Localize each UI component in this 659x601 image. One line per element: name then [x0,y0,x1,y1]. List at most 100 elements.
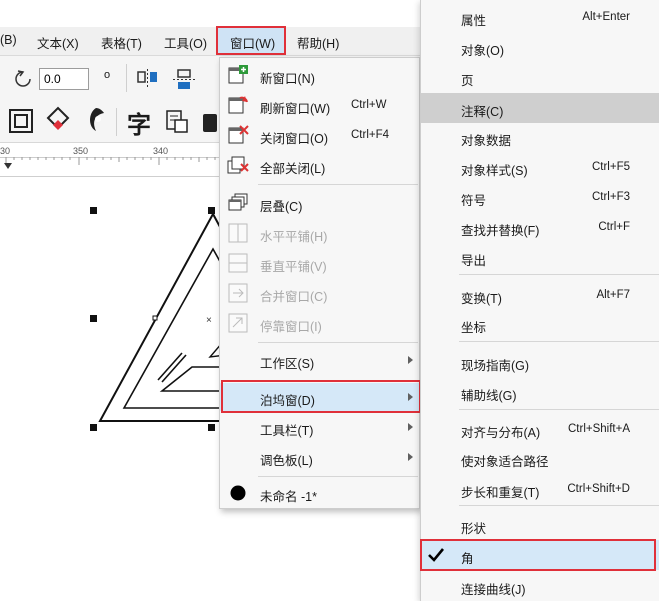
ruler-tick-label: 30 [0,146,11,156]
menu-tools[interactable]: 工具(O) [164,33,207,52]
menu-window[interactable]: 窗口(W) [216,26,286,55]
menu-item-close-window[interactable]: 关闭窗口(O) Ctrl+F4 [220,121,419,149]
menu-window-label: 窗口(W) [230,37,276,51]
mirror-horizontal-icon[interactable] [136,68,160,90]
dimension-tool-icon[interactable] [200,108,220,134]
menu-item-shortcut: Ctrl+F3 [591,191,630,203]
menu-item-objects[interactable]: 对象(O) [421,32,659,62]
merge-window-icon [228,283,248,303]
menu-text[interactable]: 文本(X) [37,33,79,52]
rotation-input[interactable] [39,68,89,90]
menu-item-transform[interactable]: 变换(T) Alt+F7 [421,280,659,310]
ruler-tick-label: 350 [73,146,89,156]
refresh-window-icon [228,96,248,114]
menu-item-live-guides[interactable]: 现场指南(G) [421,347,659,377]
menu-item-label: 全部关闭(L) [260,162,326,176]
window-menu: 新窗口(N) 刷新窗口(W) Ctrl+W 关闭窗口(O) Ctrl+F4 全部… [219,57,420,509]
menu-item-coordinates[interactable]: 坐标 [421,309,659,339]
menu-item-label: 变换(T) [461,292,502,306]
menu-item-label: 合并窗口(C) [260,290,328,304]
tile-horizontal-icon [228,223,248,243]
active-document-bullet-icon [230,485,246,501]
frame-icon[interactable] [8,108,34,134]
menu-item-properties[interactable]: 属性 Alt+Enter [421,2,659,32]
menu-item-label: 层叠(C) [260,200,303,214]
menu-separator [459,409,659,410]
divider [126,64,127,92]
menu-item-label: 现场指南(G) [461,359,530,373]
menu-item-step-and-repeat[interactable]: 步长和重复(T) Ctrl+Shift+D [421,474,659,504]
menu-item-guidelines[interactable]: 辅助线(G) [421,377,659,407]
menu-item-shortcut: Ctrl+F4 [351,129,390,141]
rotate-icon [15,70,31,87]
menu-item-label: 坐标 [461,321,487,335]
menu-item-shortcut: Alt+Enter [582,11,630,23]
menu-item-label: 工作区(S) [260,357,315,371]
menu-item-shortcut: Alt+F7 [596,289,630,301]
menu-item-close-all[interactable]: 全部关闭(L) [220,151,419,179]
cascade-icon [228,193,248,211]
dockers-submenu: 属性 Alt+Enter 对象(O) 页 注释(C) 对象数据 对象样式(S) … [420,0,659,601]
menu-item-object-styles[interactable]: 对象样式(S) Ctrl+F5 [421,152,659,182]
menu-separator [459,505,659,506]
menu-item-toolbars[interactable]: 工具栏(T) [220,413,419,441]
fill-bucket-icon[interactable] [44,106,74,134]
menu-item-label: 符号 [461,194,487,208]
menu-separator [459,341,659,342]
menu-item-label: 关闭窗口(O) [260,132,329,146]
menu-item-document-untitled[interactable]: 未命名 -1* [220,479,419,507]
menu-separator [258,342,418,343]
menu-item-fit-objects-to-path[interactable]: 使对象适合路径 [421,443,659,473]
menu-item-shortcut: Ctrl+F [598,221,630,233]
menu-item-label: 导出 [461,254,487,268]
menu-item-object-data[interactable]: 对象数据 [421,122,659,152]
menu-item-symbols[interactable]: 符号 Ctrl+F3 [421,182,659,212]
menu-separator [258,476,418,477]
menu-item-tile-horizontal: 水平平铺(H) [220,219,419,247]
menu-item-pages[interactable]: 页 [421,62,659,92]
menu-item-label: 调色板(L) [260,454,313,468]
menu-item-new-window[interactable]: 新窗口(N) [220,61,419,89]
menu-item-shortcut: Ctrl+W [351,99,387,111]
menu-item-export[interactable]: 导出 [421,242,659,272]
menu-item-label: 形状 [461,522,487,536]
close-window-icon [228,125,249,144]
menu-item-merge-window: 合并窗口(C) [220,279,419,307]
menu-item-tile-vertical: 垂直平铺(V) [220,249,419,277]
menu-item-shaping[interactable]: 形状 [421,510,659,540]
menu-item-label: 对象(O) [461,44,505,58]
menu-item-label: 使对象适合路径 [461,455,549,469]
menu-partial[interactable]: (B) [0,33,17,47]
mirror-vertical-icon[interactable] [172,68,196,92]
menu-item-label: 对齐与分布(A) [461,426,541,440]
ruler-marker-icon [4,163,12,169]
close-all-icon [227,156,249,174]
menu-bar: (B) 文本(X) 表格(T) 工具(O) 帮助(H) [0,27,430,56]
menu-item-refresh-window[interactable]: 刷新窗口(W) Ctrl+W [220,91,419,119]
menu-item-label: 对象样式(S) [461,164,528,178]
menu-help[interactable]: 帮助(H) [297,33,339,52]
menu-item-label: 页 [461,74,474,88]
menu-item-label: 辅助线(G) [461,389,517,403]
dock-window-icon [228,313,248,333]
menu-item-align-distribute[interactable]: 对齐与分布(A) Ctrl+Shift+A [421,414,659,444]
submenu-arrow-icon [408,423,413,431]
menu-item-workspace[interactable]: 工作区(S) [220,346,419,374]
new-window-icon [228,65,248,84]
menu-item-label: 连接曲线(J) [461,583,526,597]
menu-item-color-palettes[interactable]: 调色板(L) [220,443,419,471]
menu-item-label: 刷新窗口(W) [260,102,331,116]
menu-item-connect-curves[interactable]: 连接曲线(J) [421,571,659,601]
menu-item-find-replace[interactable]: 查找并替换(F) Ctrl+F [421,212,659,242]
node-handle[interactable] [152,315,158,321]
transparency-icon[interactable] [82,105,110,135]
menu-item-cascade[interactable]: 层叠(C) [220,189,419,217]
menu-separator [258,184,418,185]
menu-table[interactable]: 表格(T) [101,33,142,52]
menu-item-label: 垂直平铺(V) [260,260,327,274]
menu-separator [459,274,659,275]
menu-item-label: 对象数据 [461,134,512,148]
menu-item-comments[interactable]: 注释(C) [421,93,659,123]
table-tool-icon[interactable] [164,108,190,134]
text-tool-icon[interactable]: 字 [127,105,151,140]
